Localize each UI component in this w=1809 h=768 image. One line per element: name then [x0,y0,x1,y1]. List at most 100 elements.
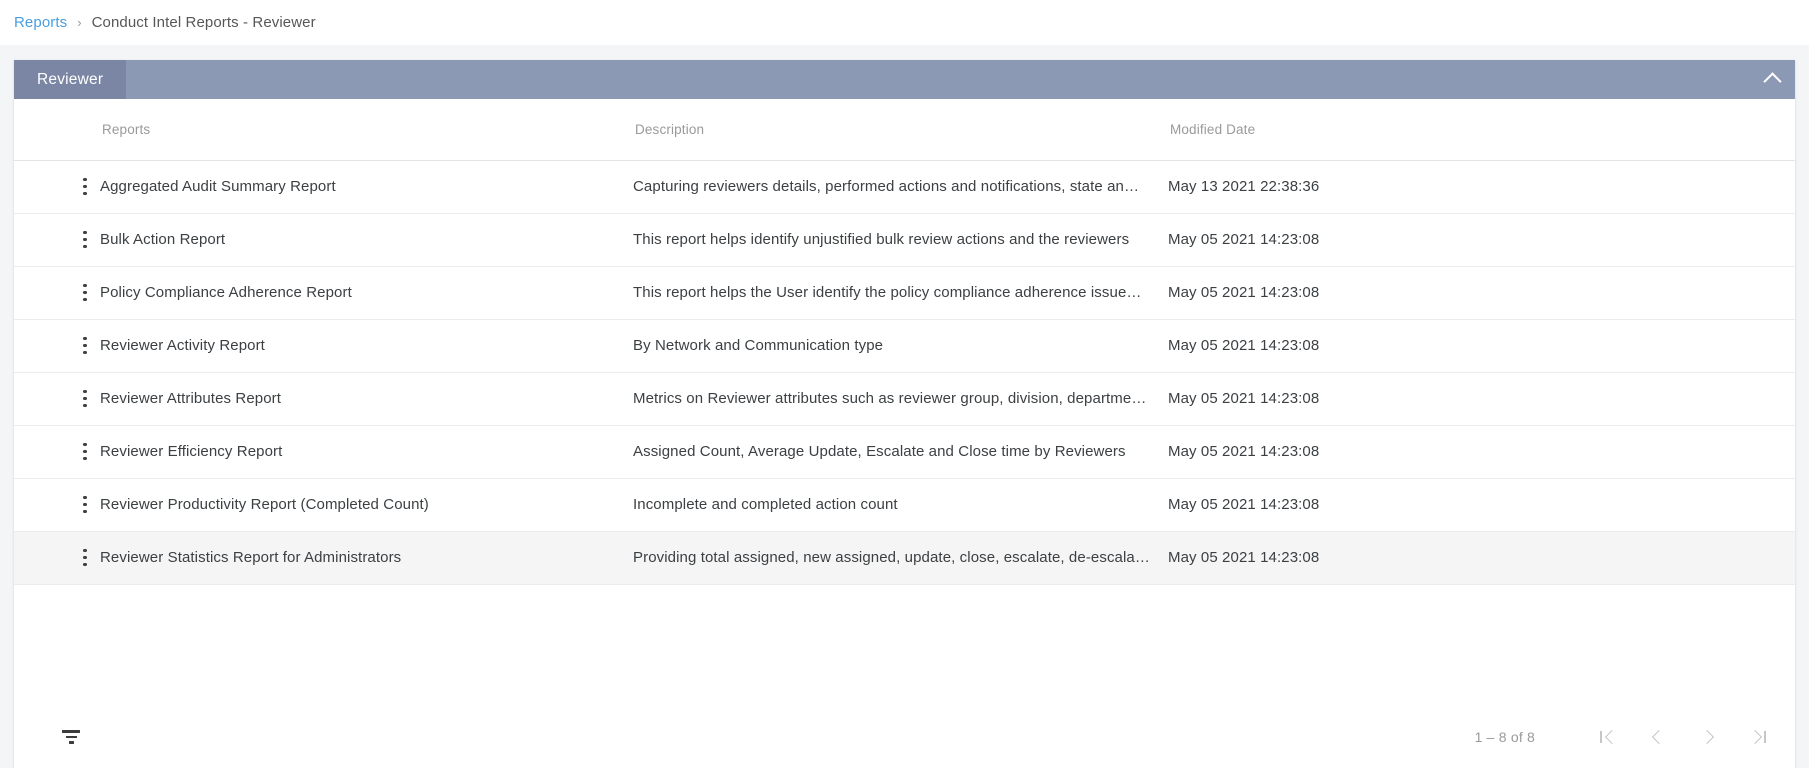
reports-table: Reports Description Modified Date Aggreg… [14,99,1795,585]
table-body: Aggregated Audit Summary Report Capturin… [14,160,1795,584]
cell-report-name: Reviewer Statistics Report for Administr… [100,531,633,584]
previous-page-button[interactable] [1633,715,1683,759]
cell-description: By Network and Communication type [633,319,1168,372]
app-root: Reports › Conduct Intel Reports - Review… [0,0,1809,768]
cell-modified-date: May 05 2021 14:23:08 [1168,213,1695,266]
previous-page-icon [1648,727,1668,747]
report-name-text: Bulk Action Report [100,231,226,248]
chevron-up-icon [1762,72,1782,91]
description-text: By Network and Communication type [633,337,884,354]
cell-report-name: Aggregated Audit Summary Report [100,160,633,213]
description-text: Assigned Count, Average Update, Escalate… [633,443,1126,460]
table-header-row: Reports Description Modified Date [14,99,1795,161]
first-page-button[interactable] [1583,715,1633,759]
kebab-menu-icon[interactable] [70,331,100,361]
row-menu-cell [14,266,100,319]
modified-date-text: May 05 2021 14:23:08 [1168,390,1320,407]
panel-collapse-button[interactable] [1749,60,1795,99]
table-row[interactable]: Reviewer Activity Report By Network and … [14,319,1795,372]
table-row[interactable]: Reviewer Statistics Report for Administr… [14,531,1795,584]
row-menu-cell [14,372,100,425]
breadcrumb-current: Conduct Intel Reports - Reviewer [91,14,316,31]
row-menu-cell [14,531,100,584]
description-text: This report helps identify unjustified b… [633,231,1130,248]
cell-report-name: Bulk Action Report [100,213,633,266]
cell-filler [1695,266,1795,319]
pagination-controls [1583,715,1783,759]
column-header-reports[interactable]: Reports [100,99,633,161]
cell-description: Metrics on Reviewer attributes such as r… [633,372,1168,425]
modified-date-text: May 05 2021 14:23:08 [1168,496,1320,513]
table-row[interactable]: Bulk Action Report This report helps ide… [14,213,1795,266]
cell-modified-date: May 05 2021 14:23:08 [1168,531,1695,584]
table-row[interactable]: Reviewer Attributes Report Metrics on Re… [14,372,1795,425]
kebab-menu-icon[interactable] [70,225,100,255]
cell-modified-date: May 05 2021 14:23:08 [1168,319,1695,372]
reports-table-container: Reports Description Modified Date Aggreg… [14,99,1795,706]
next-page-icon [1698,727,1718,747]
cell-description: Assigned Count, Average Update, Escalate… [633,425,1168,478]
kebab-menu-icon[interactable] [70,172,100,202]
column-header-modified-date[interactable]: Modified Date [1168,99,1695,161]
row-menu-cell [14,160,100,213]
table-row[interactable]: Policy Compliance Adherence Report This … [14,266,1795,319]
report-name-text: Reviewer Activity Report [100,337,265,354]
first-page-icon [1598,727,1620,747]
cell-modified-date: May 05 2021 14:23:08 [1168,425,1695,478]
table-header: Reports Description Modified Date [14,99,1795,161]
page-body: Reviewer Reports Description Modified Da… [0,45,1809,768]
report-name-text: Reviewer Productivity Report (Completed … [100,496,429,513]
cell-filler [1695,425,1795,478]
next-page-button[interactable] [1683,715,1733,759]
modified-date-text: May 13 2021 22:38:36 [1168,178,1320,195]
tab-reviewer-label: Reviewer [37,70,104,88]
report-name-text: Reviewer Statistics Report for Administr… [100,549,402,566]
tab-reviewer[interactable]: Reviewer [14,60,127,99]
cell-filler [1695,319,1795,372]
cell-description: This report helps the User identify the … [633,266,1168,319]
cell-filler [1695,531,1795,584]
column-header-menu [14,99,100,161]
table-footer: 1 – 8 of 8 [14,706,1795,768]
cell-report-name: Reviewer Efficiency Report [100,425,633,478]
cell-filler [1695,478,1795,531]
column-header-description[interactable]: Description [633,99,1168,161]
cell-description: This report helps identify unjustified b… [633,213,1168,266]
cell-report-name: Reviewer Attributes Report [100,372,633,425]
modified-date-text: May 05 2021 14:23:08 [1168,231,1320,248]
cell-report-name: Policy Compliance Adherence Report [100,266,633,319]
report-name-text: Reviewer Attributes Report [100,390,282,407]
last-page-button[interactable] [1733,715,1783,759]
modified-date-text: May 05 2021 14:23:08 [1168,284,1320,301]
table-row[interactable]: Reviewer Efficiency Report Assigned Coun… [14,425,1795,478]
cell-description: Providing total assigned, new assigned, … [633,531,1168,584]
report-name-text: Policy Compliance Adherence Report [100,284,352,301]
cell-report-name: Reviewer Productivity Report (Completed … [100,478,633,531]
kebab-menu-icon[interactable] [70,437,100,467]
description-text: Providing total assigned, new assigned, … [633,549,1150,566]
kebab-menu-icon[interactable] [70,490,100,520]
filter-funnel-icon[interactable] [58,724,84,750]
panel-header: Reviewer [14,60,1795,99]
cell-modified-date: May 05 2021 14:23:08 [1168,266,1695,319]
report-name-text: Reviewer Efficiency Report [100,443,283,460]
panel-header-spacer [126,60,1749,99]
kebab-menu-icon[interactable] [70,543,100,573]
kebab-menu-icon[interactable] [70,278,100,308]
modified-date-text: May 05 2021 14:23:08 [1168,337,1320,354]
table-row[interactable]: Reviewer Productivity Report (Completed … [14,478,1795,531]
cell-report-name: Reviewer Activity Report [100,319,633,372]
cell-description: Capturing reviewers details, performed a… [633,160,1168,213]
description-text: Capturing reviewers details, performed a… [633,178,1140,195]
report-name-text: Aggregated Audit Summary Report [100,178,336,195]
table-row[interactable]: Aggregated Audit Summary Report Capturin… [14,160,1795,213]
row-menu-cell [14,319,100,372]
row-menu-cell [14,213,100,266]
reviewer-panel: Reviewer Reports Description Modified Da… [14,60,1795,768]
pagination-range-label: 1 – 8 of 8 [1474,729,1535,745]
column-header-filler [1695,99,1795,161]
breadcrumb-link-reports[interactable]: Reports [14,14,67,31]
row-menu-cell [14,478,100,531]
cell-modified-date: May 05 2021 14:23:08 [1168,372,1695,425]
kebab-menu-icon[interactable] [70,384,100,414]
